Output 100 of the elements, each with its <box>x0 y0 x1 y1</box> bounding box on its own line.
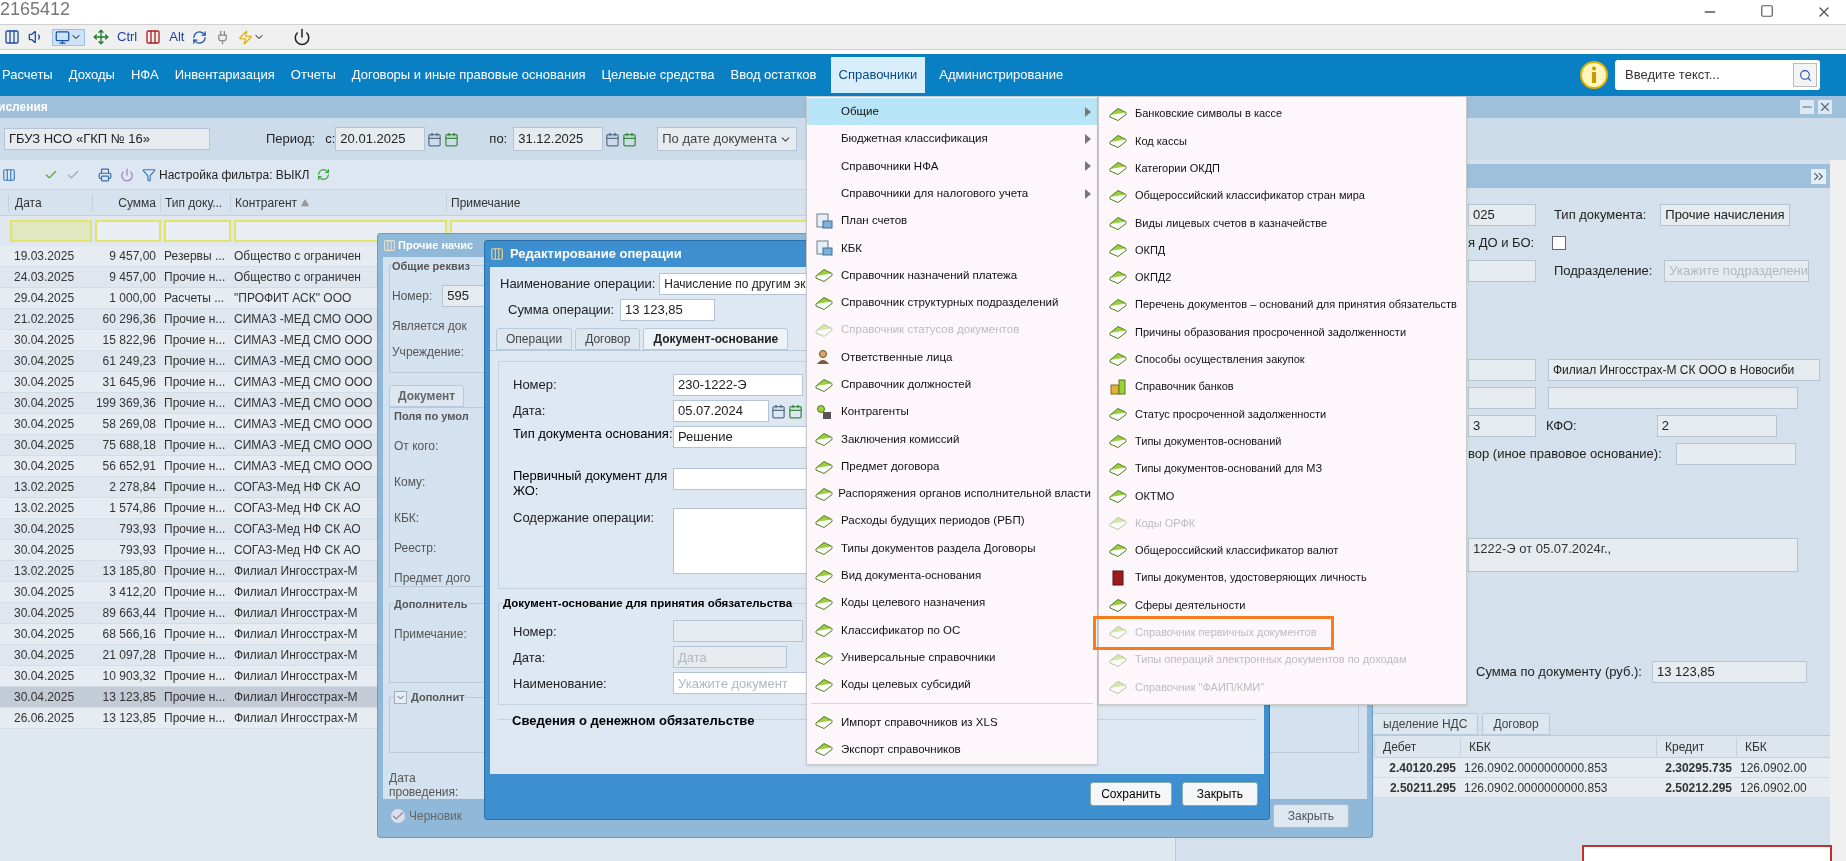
table-cell-text: 56 652,91 <box>101 458 157 475</box>
table-cell-text: 2.30295.735 <box>1664 759 1733 777</box>
table-cell-text: 13 185,80 <box>101 563 157 580</box>
table-cell-text: 199 369,36 <box>94 395 157 412</box>
table-cell-text: 2 278,84 <box>108 479 157 496</box>
field-label: Сумма по документу (руб.): <box>1476 663 1642 682</box>
table-cell-text: 24.03.2025 <box>13 269 76 286</box>
field-label: Дата: <box>513 402 547 421</box>
table-cell-text: 9 457,00 <box>108 248 157 265</box>
table-cell-text: 1 574,86 <box>108 500 157 517</box>
table-cell-text: 10 903,32 <box>101 668 157 685</box>
table-cell-text: 30.04.2025 <box>13 374 76 391</box>
table-cell-text: Прочие н... <box>163 395 227 412</box>
field-label: Наименование операции: <box>500 275 656 294</box>
field-label: Номер: <box>513 376 558 395</box>
table-cell-text: 30.04.2025 <box>13 542 76 559</box>
table-cell-text: 30.04.2025 <box>13 605 76 622</box>
field-label: КБК: <box>394 510 420 527</box>
field-label: Первичный документ для ЖО: <box>513 468 669 498</box>
table-cell-text: 13.02.2025 <box>13 563 76 580</box>
field-label: Реестр: <box>394 540 437 557</box>
field-label: Дата проведения: <box>389 771 460 800</box>
table-cell-text: Прочие н... <box>163 269 227 286</box>
field-label: Является док <box>392 318 467 335</box>
table-cell-text: 126.0902.00 <box>1739 759 1808 777</box>
table-cell-text: СИМАЗ -МЕД СМО ООО <box>233 332 373 349</box>
table-cell-text: 29.04.2025 <box>13 290 76 307</box>
field-label: Тип документа: <box>1554 206 1647 225</box>
table-cell-text: 3 412,20 <box>108 584 157 601</box>
table-cell-text: СИМАЗ -МЕД СМО ООО <box>233 395 373 412</box>
table-cell-text: Прочие н... <box>163 416 227 433</box>
group-title: Общие реквиз <box>392 258 470 275</box>
table-cell-text: 68 566,16 <box>101 626 157 643</box>
table-cell-text: 61 249,23 <box>101 353 157 370</box>
table-cell-text: Филиал Ингосстрах-М <box>233 668 358 685</box>
table-cell-text: Филиал Ингосстрах-М <box>233 626 358 643</box>
table-cell-text: 2.50212.295 <box>1664 779 1733 797</box>
field-label: Примечание: <box>394 626 467 643</box>
table-cell-text: Прочие н... <box>163 311 227 328</box>
table-cell-text: Прочие н... <box>163 563 227 580</box>
table-cell-text: Прочие н... <box>163 374 227 391</box>
field-label: Учреждение: <box>392 344 465 361</box>
table-cell-text: СИМАЗ -МЕД СМО ООО <box>233 353 373 370</box>
table-cell-text: 30.04.2025 <box>13 437 76 454</box>
table-cell-text: Филиал Ингосстрах-М <box>233 584 358 601</box>
table-cell-text: СОГАЗ-Мед НФ СК АО <box>233 479 361 496</box>
table-cell-text: Прочие н... <box>163 458 227 475</box>
table-cell-text: СИМАЗ -МЕД СМО ООО <box>233 311 373 328</box>
window-title: 2165412 <box>0 0 71 21</box>
field-label: От кого: <box>394 438 439 455</box>
field-label: Тип документа основания: <box>513 426 673 441</box>
table-cell-text: 30.04.2025 <box>13 689 76 706</box>
table-cell-text: 30.04.2025 <box>13 584 76 601</box>
field-label: Номер: <box>513 622 558 641</box>
table-cell-text: 60 296,36 <box>101 311 157 328</box>
table-cell-text: Прочие н... <box>163 500 227 517</box>
table-cell-text: 75 688,18 <box>101 437 157 454</box>
table-cell-text: 89 663,44 <box>101 605 157 622</box>
table-cell-text: СИМАЗ -МЕД СМО ООО <box>233 416 373 433</box>
field-label: я ДО и БО: <box>1468 234 1535 253</box>
table-cell-text: Прочие н... <box>163 605 227 622</box>
table-cell-text: 2.40120.295 <box>1388 759 1457 777</box>
table-cell-text: Прочие н... <box>163 647 227 664</box>
table-cell-text: Прочие н... <box>163 542 227 559</box>
table-cell-text: 58 269,08 <box>101 416 157 433</box>
table-cell-text: Филиал Ингосстрах-М <box>233 647 358 664</box>
field-label: Наименование: <box>513 674 608 693</box>
table-cell-text: 19.03.2025 <box>13 248 76 265</box>
table-cell-text: Прочие н... <box>163 584 227 601</box>
field-label: Номер: <box>392 288 433 305</box>
table-cell-text: СИМАЗ -МЕД СМО ООО <box>233 374 373 391</box>
table-cell-text: 30.04.2025 <box>13 521 76 538</box>
table-cell-text: Прочие н... <box>163 437 227 454</box>
table-cell-text: 30.04.2025 <box>13 626 76 643</box>
table-cell-text: СОГАЗ-Мед НФ СК АО <box>233 521 361 538</box>
table-cell-text: Филиал Ингосстрах-М <box>233 710 358 727</box>
table-cell-text: Филиал Ингосстрах-М <box>233 563 358 580</box>
table-cell-text: 126.0902.0000000000.853 <box>1463 759 1609 777</box>
dialog-title: Прочие начис <box>398 238 474 254</box>
table-cell-text: 2.50211.295 <box>1388 779 1457 797</box>
field-label: Дата: <box>513 648 547 667</box>
table-cell-text: 793,93 <box>118 542 157 559</box>
table-cell-text: 30.04.2025 <box>13 332 76 349</box>
table-cell-text: Прочие н... <box>163 353 227 370</box>
table-cell-text: Расчеты ... <box>163 290 226 307</box>
table-cell-text: Общество с ограничен <box>233 248 361 265</box>
group-title: Поля по умол <box>394 409 469 425</box>
table-cell-text: 13.02.2025 <box>13 479 76 496</box>
table-cell-text: 30.04.2025 <box>13 416 76 433</box>
table-cell-text: "ПРОФИТ АСК" ООО <box>233 290 352 307</box>
table-cell-text: СИМАЗ -МЕД СМО ООО <box>233 437 373 454</box>
period-label: Период: <box>266 130 316 149</box>
table-cell-text: Прочие н... <box>163 521 227 538</box>
table-cell-text: Прочие н... <box>163 626 227 643</box>
table-cell-text: Прочие н... <box>163 332 227 349</box>
table-cell-text: 31 645,96 <box>101 374 157 391</box>
table-cell-text: Филиал Ингосстрах-М <box>233 689 358 706</box>
table-cell-text: СИМАЗ -МЕД СМО ООО <box>233 458 373 475</box>
to-label: по: <box>489 130 508 149</box>
table-cell-text: Прочие н... <box>163 689 227 706</box>
